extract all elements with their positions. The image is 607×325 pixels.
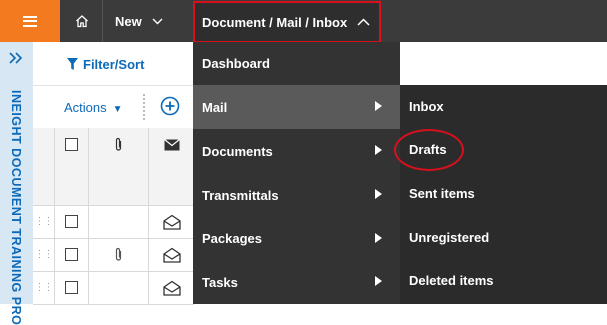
- grid-filter-row: [33, 161, 194, 206]
- filter-icon: [67, 58, 78, 70]
- row-checkbox-cell[interactable]: [55, 238, 89, 271]
- filter-sort-button[interactable]: Filter/Sort: [67, 57, 144, 72]
- attachment-cell: [89, 271, 149, 304]
- mail-status-cell: [149, 205, 194, 238]
- chevron-right-icon: [375, 145, 382, 155]
- actions-label: Actions: [64, 100, 107, 115]
- mail-status-cell: [149, 238, 194, 271]
- submenu-item-sent-items[interactable]: Sent items: [400, 172, 607, 215]
- breadcrumb: Document / Mail / Inbox: [202, 14, 348, 30]
- grid-header-spacer: [33, 128, 55, 161]
- submenu-item-inbox[interactable]: Inbox: [400, 85, 607, 128]
- select-all-checkbox-cell[interactable]: [55, 128, 89, 161]
- mail-status-cell: [149, 271, 194, 304]
- menu-item-label: Documents: [202, 143, 273, 159]
- menu-item-tasks[interactable]: Tasks: [193, 260, 400, 304]
- submenu-item-unregistered[interactable]: Unregistered: [400, 216, 607, 259]
- home-button[interactable]: [62, 0, 102, 42]
- row-checkbox[interactable]: [65, 215, 78, 228]
- chevron-right-icon: [375, 276, 382, 286]
- row-checkbox[interactable]: [65, 248, 78, 261]
- chevron-right-icon: [375, 233, 382, 243]
- row-checkbox[interactable]: [65, 281, 78, 294]
- table-row[interactable]: ⋮⋮: [33, 205, 194, 239]
- mail-column-header[interactable]: [149, 128, 194, 161]
- menu-item-label: Dashboard: [202, 56, 270, 71]
- row-checkbox-cell[interactable]: [55, 271, 89, 304]
- new-button-label: New: [115, 13, 142, 29]
- table-row[interactable]: ⋮⋮: [33, 238, 194, 272]
- expand-icon[interactable]: [9, 52, 23, 64]
- add-icon[interactable]: [160, 96, 180, 116]
- navigation-menu: Dashboard Mail Documents Transmittals Pa…: [193, 42, 400, 304]
- submenu-item-label: Deleted items: [409, 273, 494, 288]
- menu-item-documents[interactable]: Documents: [193, 129, 400, 173]
- menu-item-mail[interactable]: Mail: [193, 85, 400, 129]
- drag-handle-icon[interactable]: ⋮⋮: [33, 238, 55, 271]
- open-envelope-icon: [162, 214, 181, 230]
- project-name: INEIGHT DOCUMENT TRAINING PRO: [9, 90, 23, 325]
- table-row[interactable]: ⋮⋮: [33, 271, 194, 305]
- menu-item-label: Tasks: [202, 274, 238, 290]
- top-bar: New Document / Mail / Inbox: [0, 0, 607, 43]
- chevron-right-icon: [375, 189, 382, 199]
- new-button[interactable]: New: [103, 0, 183, 42]
- menu-item-label: Transmittals: [202, 187, 279, 203]
- actions-button[interactable]: Actions ▼: [64, 100, 123, 115]
- mail-grid: ⋮⋮ ⋮⋮ ⋮⋮: [33, 128, 194, 305]
- attachment-cell: [89, 238, 149, 271]
- drag-separator: [143, 94, 147, 120]
- open-envelope-icon: [162, 280, 181, 296]
- select-all-checkbox[interactable]: [65, 138, 78, 151]
- drag-handle-icon[interactable]: ⋮⋮: [33, 271, 55, 304]
- submenu-item-label: Sent items: [409, 186, 475, 201]
- filter-sort-label: Filter/Sort: [83, 57, 145, 72]
- grid-header: [33, 128, 194, 162]
- mail-submenu: Inbox Drafts Sent items Unregistered Del…: [400, 85, 607, 304]
- open-envelope-icon: [162, 247, 181, 263]
- paperclip-icon: [115, 247, 122, 261]
- menu-item-dashboard[interactable]: Dashboard: [193, 42, 400, 85]
- chevron-right-icon: [375, 101, 382, 111]
- chevron-up-icon: [357, 18, 370, 26]
- submenu-item-deleted-items[interactable]: Deleted items: [400, 259, 607, 302]
- menu-item-label: Mail: [202, 99, 228, 115]
- submenu-item-label: Unregistered: [409, 230, 490, 245]
- row-checkbox-cell[interactable]: [55, 205, 89, 238]
- breadcrumb-button[interactable]: Document / Mail / Inbox: [193, 1, 381, 43]
- menu-item-packages[interactable]: Packages: [193, 217, 400, 260]
- drafts-highlight-circle: [394, 129, 464, 171]
- submenu-item-label: Inbox: [409, 99, 444, 114]
- grid-filter-cell: [33, 161, 55, 205]
- menu-item-transmittals[interactable]: Transmittals: [193, 173, 400, 217]
- drag-handle-icon[interactable]: ⋮⋮: [33, 205, 55, 238]
- project-rail: INEIGHT DOCUMENT TRAINING PRO: [0, 42, 33, 325]
- hamburger-menu-button[interactable]: [0, 0, 60, 42]
- attachment-cell: [89, 205, 149, 238]
- home-icon: [76, 15, 88, 28]
- grid-filter-cell: [89, 161, 149, 205]
- envelope-icon: [163, 138, 180, 150]
- chevron-down-icon: [152, 18, 163, 24]
- grid-filter-cell: [55, 161, 89, 205]
- attachment-column-header[interactable]: [89, 128, 149, 161]
- menu-item-label: Packages: [202, 231, 262, 246]
- grid-filter-cell: [149, 161, 194, 205]
- caret-down-icon: ▼: [112, 104, 123, 115]
- paperclip-icon: [115, 137, 122, 151]
- hamburger-icon: [23, 15, 37, 27]
